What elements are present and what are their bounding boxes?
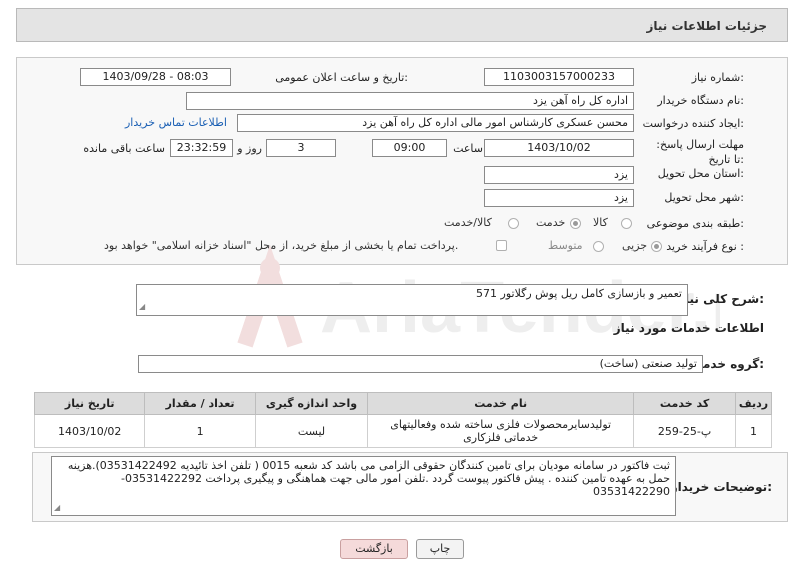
deadline-label: مهلت ارسال پاسخ: تا تاریخ:: [656, 138, 744, 166]
remaining-label: ساعت باقی مانده: [83, 142, 165, 155]
remaining-time-field: 23:32:59: [170, 139, 233, 157]
cell-service-name: تولیدسایرمحصولات فلزی ساخته شده وفعالیته…: [367, 414, 635, 448]
province-field: یزد: [484, 166, 634, 184]
process-option-medium: متوسط: [548, 239, 583, 252]
process-radio-minor[interactable]: [651, 241, 662, 252]
announce-label: تاریخ و ساعت اعلان عمومی:: [275, 71, 408, 84]
city-field: یزد: [484, 189, 634, 207]
need-number-field: 1103003157000233: [484, 68, 634, 86]
buyer-contact-link[interactable]: اطلاعات تماس خریدار: [125, 116, 227, 129]
creator-field: محسن عسکری کارشناس امور مالی اداره کل را…: [237, 114, 634, 132]
table-header-row: ردیف کد خدمت نام خدمت واحد اندازه گیری ت…: [33, 392, 772, 415]
summary-field: تعمیر و بازسازی کامل ریل پوش رگلاتور 571…: [136, 284, 688, 316]
back-button[interactable]: بازگشت: [340, 539, 408, 559]
deadline-time-field: 09:00: [372, 139, 447, 157]
buyer-org-label: نام دستگاه خریدار:: [657, 94, 744, 107]
cell-service-code: پ-25-259: [633, 414, 737, 448]
column-header-service-code: کد خدمت: [633, 392, 737, 415]
services-section-title: اطلاعات خدمات مورد نیاز: [613, 321, 764, 335]
need-number-label: شماره نیاز:: [691, 71, 744, 84]
creator-label: ایجاد کننده درخواست:: [642, 117, 744, 130]
cell-need-date: 1403/10/02: [33, 414, 146, 448]
days-label: روز و: [237, 142, 262, 155]
treasury-payment-checkbox[interactable]: [496, 240, 507, 251]
cell-row-number: 1: [735, 414, 772, 448]
process-label: نوع فرآیند خرید :: [666, 240, 744, 253]
category-radio-goods[interactable]: [621, 218, 632, 229]
category-label: طبقه بندی موضوعی:: [646, 217, 744, 230]
category-radio-service[interactable]: [570, 218, 581, 229]
announce-field: 1403/09/28 - 08:03: [80, 68, 231, 86]
summary-text: تعمیر و بازسازی کامل ریل پوش رگلاتور 571: [476, 287, 682, 300]
resize-handle-icon[interactable]: ◢: [139, 300, 145, 314]
page-header: جزئیات اطلاعات نیاز: [16, 8, 788, 42]
time-label: ساعت: [453, 142, 483, 155]
buyer-notes-label: توضیحات خریدار:: [670, 480, 772, 494]
days-field: 3: [266, 139, 336, 157]
resize-handle-icon[interactable]: ◢: [54, 501, 60, 514]
category-option-goods-service: کالا/خدمت: [444, 216, 492, 229]
summary-label: شرح کلی نیاز:: [678, 292, 764, 306]
column-header-quantity: تعداد / مقدار: [144, 392, 256, 415]
treasury-payment-note: پرداخت تمام یا بخشی از مبلغ خرید، از محل…: [104, 239, 459, 252]
city-label: شهر محل تحویل:: [664, 191, 744, 204]
page-title: جزئیات اطلاعات نیاز: [646, 19, 767, 33]
process-option-minor: جزیی: [622, 239, 648, 252]
service-group-field: تولید صنعتی (ساخت): [138, 355, 703, 373]
column-header-unit: واحد اندازه گیری: [254, 392, 369, 415]
cell-unit: لیست: [254, 414, 369, 448]
buyer-org-field: اداره کل راه آهن یزد: [186, 92, 634, 110]
deadline-date-field: 1403/10/02: [484, 139, 634, 157]
province-label: استان محل تحویل:: [657, 167, 744, 180]
category-option-service: خدمت: [536, 216, 566, 229]
buyer-notes-text: ثبت فاکتور در سامانه مودیان برای تامین ک…: [67, 459, 670, 498]
column-header-service-name: نام خدمت: [367, 392, 635, 415]
category-radio-goods-service[interactable]: [508, 218, 519, 229]
process-radio-medium[interactable]: [593, 241, 604, 252]
cell-quantity: 1: [144, 414, 256, 448]
buyer-notes-field: ثبت فاکتور در سامانه مودیان برای تامین ک…: [51, 456, 676, 516]
table-row: 1 پ-25-259 تولیدسایرمحصولات فلزی ساخته ش…: [33, 414, 772, 448]
column-header-need-date: تاریخ نیاز: [33, 392, 146, 415]
category-option-goods: کالا: [593, 216, 608, 229]
column-header-row-number: ردیف: [735, 392, 772, 415]
print-button[interactable]: چاپ: [416, 539, 464, 559]
services-table: ردیف کد خدمت نام خدمت واحد اندازه گیری ت…: [33, 392, 772, 448]
